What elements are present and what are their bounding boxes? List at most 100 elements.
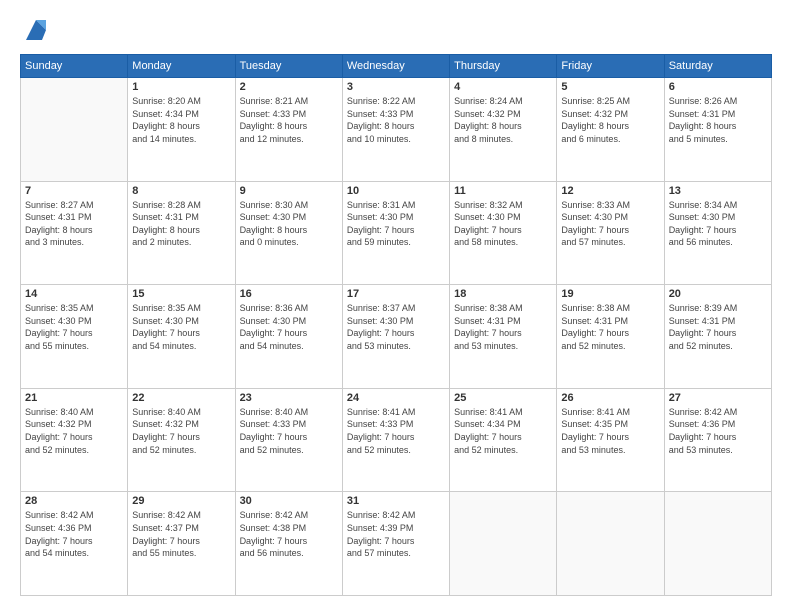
day-number: 22 (132, 392, 230, 404)
day-info: Sunrise: 8:42 AMSunset: 4:39 PMDaylight:… (347, 509, 445, 559)
calendar-cell: 17Sunrise: 8:37 AMSunset: 4:30 PMDayligh… (342, 285, 449, 389)
day-number: 4 (454, 81, 552, 93)
day-info: Sunrise: 8:25 AMSunset: 4:32 PMDaylight:… (561, 95, 659, 145)
calendar-cell: 20 Sunrise: 8:39 AMSunset: 4:31 PMDayligh… (664, 285, 771, 389)
day-info: Sunrise: 8:30 AMSunset: 4:30 PMDaylight:… (240, 199, 338, 249)
day-header-tuesday: Tuesday (235, 55, 342, 78)
calendar-cell: 5Sunrise: 8:25 AMSunset: 4:32 PMDaylight… (557, 78, 664, 182)
calendar-cell (664, 492, 771, 596)
day-number: 14 (25, 288, 123, 300)
header-row: SundayMondayTuesdayWednesdayThursdayFrid… (21, 55, 772, 78)
calendar-cell: 26Sunrise: 8:41 AMSunset: 4:35 PMDayligh… (557, 388, 664, 492)
day-header-monday: Monday (128, 55, 235, 78)
day-number: 2 (240, 81, 338, 93)
day-number: 19 (561, 288, 659, 300)
day-number: 1 (132, 81, 230, 93)
day-number: 20 (669, 288, 767, 300)
day-number: 24 (347, 392, 445, 404)
calendar-cell: 21 Sunrise: 8:40 AMSunset: 4:32 PMDayligh… (21, 388, 128, 492)
calendar-cell: 30 Sunrise: 8:42 AMSunset: 4:38 PMDayligh… (235, 492, 342, 596)
day-info: Sunrise: 8:41 AMSunset: 4:33 PMDaylight:… (347, 406, 445, 456)
day-header-wednesday: Wednesday (342, 55, 449, 78)
day-number: 9 (240, 185, 338, 197)
day-number: 23 (240, 392, 338, 404)
calendar-cell: 24 Sunrise: 8:41 AMSunset: 4:33 PMDayligh… (342, 388, 449, 492)
calendar-cell: 15 Sunrise: 8:35 AMSunset: 4:30 PMDayligh… (128, 285, 235, 389)
day-info: Sunrise: 8:42 AMSunset: 4:37 PMDaylight:… (132, 509, 230, 559)
day-number: 13 (669, 185, 767, 197)
calendar-cell: 22 Sunrise: 8:40 AMSunset: 4:32 PMDayligh… (128, 388, 235, 492)
day-header-thursday: Thursday (450, 55, 557, 78)
day-info: Sunrise: 8:39 AMSunset: 4:31 PMDaylight:… (669, 302, 767, 352)
day-info: Sunrise: 8:28 AMSunset: 4:31 PMDaylight:… (132, 199, 230, 249)
day-info: Sunrise: 8:38 AMSunset: 4:31 PMDaylight:… (561, 302, 659, 352)
day-info: Sunrise: 8:40 AMSunset: 4:32 PMDaylight:… (132, 406, 230, 456)
day-number: 8 (132, 185, 230, 197)
header (20, 16, 772, 44)
day-number: 25 (454, 392, 552, 404)
calendar-cell: 27 Sunrise: 8:42 AMSunset: 4:36 PMDayligh… (664, 388, 771, 492)
day-number: 11 (454, 185, 552, 197)
day-number: 27 (669, 392, 767, 404)
day-info: Sunrise: 8:38 AMSunset: 4:31 PMDaylight:… (454, 302, 552, 352)
week-row-2: 14 Sunrise: 8:35 AMSunset: 4:30 PMDayligh… (21, 285, 772, 389)
day-info: Sunrise: 8:41 AMSunset: 4:34 PMDaylight:… (454, 406, 552, 456)
calendar-cell: 25 Sunrise: 8:41 AMSunset: 4:34 PMDayligh… (450, 388, 557, 492)
calendar-cell: 12 Sunrise: 8:33 AMSunset: 4:30 PMDayligh… (557, 181, 664, 285)
day-info: Sunrise: 8:20 AMSunset: 4:34 PMDaylight:… (132, 95, 230, 145)
day-number: 18 (454, 288, 552, 300)
calendar-cell: 3 Sunrise: 8:22 AMSunset: 4:33 PMDaylight… (342, 78, 449, 182)
day-header-friday: Friday (557, 55, 664, 78)
day-info: Sunrise: 8:24 AMSunset: 4:32 PMDaylight:… (454, 95, 552, 145)
calendar-cell: 18 Sunrise: 8:38 AMSunset: 4:31 PMDayligh… (450, 285, 557, 389)
day-number: 31 (347, 495, 445, 507)
day-info: Sunrise: 8:42 AMSunset: 4:36 PMDaylight:… (25, 509, 123, 559)
day-number: 3 (347, 81, 445, 93)
week-row-4: 28Sunrise: 8:42 AMSunset: 4:36 PMDayligh… (21, 492, 772, 596)
day-info: Sunrise: 8:40 AMSunset: 4:33 PMDaylight:… (240, 406, 338, 456)
day-info: Sunrise: 8:42 AMSunset: 4:38 PMDaylight:… (240, 509, 338, 559)
calendar: SundayMondayTuesdayWednesdayThursdayFrid… (20, 54, 772, 596)
day-info: Sunrise: 8:22 AMSunset: 4:33 PMDaylight:… (347, 95, 445, 145)
day-info: Sunrise: 8:31 AMSunset: 4:30 PMDaylight:… (347, 199, 445, 249)
day-info: Sunrise: 8:27 AMSunset: 4:31 PMDaylight:… (25, 199, 123, 249)
day-number: 17 (347, 288, 445, 300)
calendar-cell: 16 Sunrise: 8:36 AMSunset: 4:30 PMDayligh… (235, 285, 342, 389)
day-info: Sunrise: 8:42 AMSunset: 4:36 PMDaylight:… (669, 406, 767, 456)
calendar-cell: 29Sunrise: 8:42 AMSunset: 4:37 PMDayligh… (128, 492, 235, 596)
day-number: 30 (240, 495, 338, 507)
calendar-cell (557, 492, 664, 596)
day-header-saturday: Saturday (664, 55, 771, 78)
calendar-cell: 11 Sunrise: 8:32 AMSunset: 4:30 PMDayligh… (450, 181, 557, 285)
day-info: Sunrise: 8:35 AMSunset: 4:30 PMDaylight:… (132, 302, 230, 352)
calendar-cell: 7 Sunrise: 8:27 AMSunset: 4:31 PMDaylight… (21, 181, 128, 285)
calendar-cell: 23 Sunrise: 8:40 AMSunset: 4:33 PMDayligh… (235, 388, 342, 492)
logo (20, 16, 50, 44)
day-number: 21 (25, 392, 123, 404)
day-number: 15 (132, 288, 230, 300)
day-number: 6 (669, 81, 767, 93)
day-info: Sunrise: 8:34 AMSunset: 4:30 PMDaylight:… (669, 199, 767, 249)
calendar-cell: 8 Sunrise: 8:28 AMSunset: 4:31 PMDaylight… (128, 181, 235, 285)
week-row-0: 1 Sunrise: 8:20 AMSunset: 4:34 PMDaylight… (21, 78, 772, 182)
calendar-cell: 1 Sunrise: 8:20 AMSunset: 4:34 PMDaylight… (128, 78, 235, 182)
day-number: 7 (25, 185, 123, 197)
calendar-cell: 4 Sunrise: 8:24 AMSunset: 4:32 PMDaylight… (450, 78, 557, 182)
day-info: Sunrise: 8:32 AMSunset: 4:30 PMDaylight:… (454, 199, 552, 249)
calendar-cell: 14Sunrise: 8:35 AMSunset: 4:30 PMDayligh… (21, 285, 128, 389)
week-row-3: 21 Sunrise: 8:40 AMSunset: 4:32 PMDayligh… (21, 388, 772, 492)
day-info: Sunrise: 8:41 AMSunset: 4:35 PMDaylight:… (561, 406, 659, 456)
day-number: 16 (240, 288, 338, 300)
day-info: Sunrise: 8:33 AMSunset: 4:30 PMDaylight:… (561, 199, 659, 249)
day-info: Sunrise: 8:36 AMSunset: 4:30 PMDaylight:… (240, 302, 338, 352)
day-header-sunday: Sunday (21, 55, 128, 78)
calendar-cell: 28Sunrise: 8:42 AMSunset: 4:36 PMDayligh… (21, 492, 128, 596)
day-number: 12 (561, 185, 659, 197)
day-info: Sunrise: 8:21 AMSunset: 4:33 PMDaylight:… (240, 95, 338, 145)
day-info: Sunrise: 8:40 AMSunset: 4:32 PMDaylight:… (25, 406, 123, 456)
day-info: Sunrise: 8:26 AMSunset: 4:31 PMDaylight:… (669, 95, 767, 145)
logo-icon (22, 16, 50, 44)
day-number: 10 (347, 185, 445, 197)
calendar-cell: 13 Sunrise: 8:34 AMSunset: 4:30 PMDayligh… (664, 181, 771, 285)
calendar-cell: 2 Sunrise: 8:21 AMSunset: 4:33 PMDaylight… (235, 78, 342, 182)
